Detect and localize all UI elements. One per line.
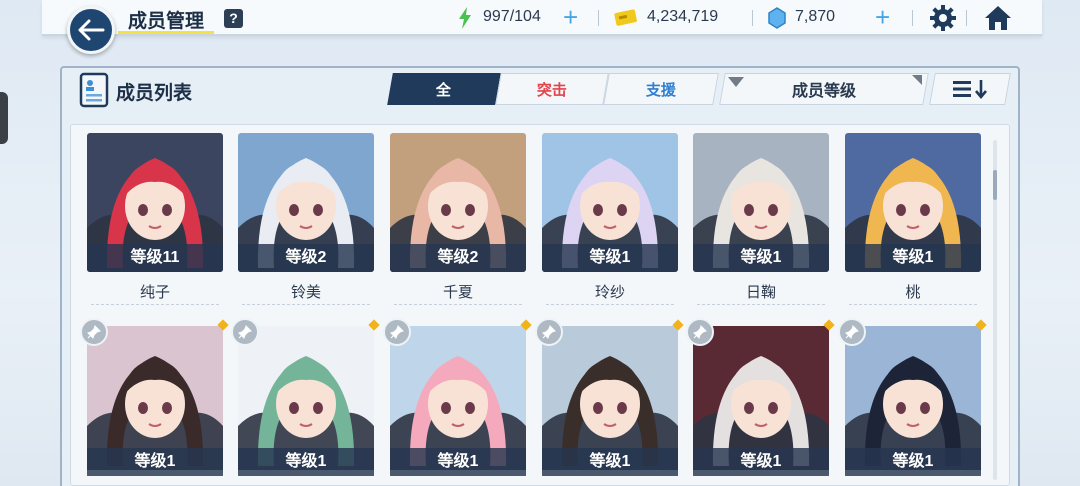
member-card[interactable]: 等级1 bbox=[693, 133, 829, 272]
member-level: 等级1 bbox=[87, 448, 223, 476]
filter-special-tab[interactable]: 支援 bbox=[603, 73, 719, 105]
member-card[interactable]: 等级2 bbox=[238, 133, 374, 272]
member-level: 等级1 bbox=[693, 244, 829, 272]
pin-icon[interactable] bbox=[838, 318, 866, 346]
credit-icon bbox=[614, 9, 637, 26]
energy-value: 997/104 bbox=[483, 8, 541, 25]
member-level: 等级2 bbox=[390, 244, 526, 272]
arrow-left-icon bbox=[78, 19, 105, 41]
member-card[interactable]: 等级11 bbox=[87, 133, 223, 272]
member-card[interactable]: 等级1 bbox=[390, 326, 526, 478]
side-edge-tab bbox=[0, 92, 8, 144]
dropdown-corner-icon bbox=[912, 75, 922, 85]
member-name: 桃 bbox=[905, 284, 921, 301]
member-level: 等级1 bbox=[238, 448, 374, 476]
sort-desc-icon bbox=[953, 80, 987, 100]
member-level: 等级1 bbox=[542, 448, 678, 476]
member-card[interactable]: 等级1 bbox=[845, 133, 981, 272]
pin-icon[interactable] bbox=[80, 318, 108, 346]
pin-icon[interactable] bbox=[686, 318, 714, 346]
name-divider bbox=[91, 304, 219, 305]
member-name: 玲纱 bbox=[594, 284, 625, 301]
scrollbar-thumb[interactable] bbox=[993, 170, 997, 200]
panel-title: 成员列表 bbox=[116, 83, 193, 104]
add-energy-button[interactable]: + bbox=[563, 4, 578, 30]
member-card[interactable]: 等级1 bbox=[693, 326, 829, 478]
sort-label: 成员等级 bbox=[791, 83, 856, 100]
member-card[interactable]: 等级1 bbox=[845, 326, 981, 478]
filter-funnel-icon bbox=[728, 77, 744, 87]
divider bbox=[752, 10, 753, 26]
filter-label: 突击 bbox=[536, 81, 567, 99]
name-divider bbox=[849, 304, 977, 305]
filter-striker-tab[interactable]: 突击 bbox=[495, 73, 609, 105]
name-divider bbox=[242, 304, 370, 305]
filter-all-tab[interactable]: 全 bbox=[387, 73, 501, 105]
member-card[interactable]: 等级1 bbox=[238, 326, 374, 478]
member-level: 等级1 bbox=[542, 244, 678, 272]
sort-dropdown[interactable]: 成员等级 bbox=[719, 73, 929, 105]
credits-value: 4,234,719 bbox=[647, 8, 719, 25]
page-title: 成员管理 bbox=[128, 11, 205, 32]
member-name: 纯子 bbox=[139, 284, 170, 301]
member-name: 日鞠 bbox=[745, 284, 776, 301]
member-level: 等级1 bbox=[845, 244, 981, 272]
sort-order-button[interactable] bbox=[929, 73, 1011, 105]
filter-label: 全 bbox=[436, 81, 452, 99]
member-name: 铃美 bbox=[290, 284, 321, 301]
gem-icon bbox=[768, 7, 786, 29]
divider bbox=[912, 10, 913, 26]
energy-icon bbox=[459, 7, 471, 29]
member-card[interactable]: 等级1 bbox=[542, 133, 678, 272]
help-button[interactable]: ? bbox=[224, 9, 243, 28]
gear-icon[interactable] bbox=[930, 5, 956, 31]
member-name: 千夏 bbox=[442, 284, 473, 301]
member-level: 等级2 bbox=[238, 244, 374, 272]
member-level: 等级1 bbox=[693, 448, 829, 476]
name-divider bbox=[697, 304, 825, 305]
divider bbox=[598, 10, 599, 26]
member-level: 等级11 bbox=[87, 244, 223, 272]
filter-label: 支援 bbox=[645, 81, 676, 99]
pin-icon[interactable] bbox=[231, 318, 259, 346]
name-divider bbox=[394, 304, 522, 305]
add-gems-button[interactable]: + bbox=[875, 4, 890, 30]
gems-value: 7,870 bbox=[795, 8, 836, 25]
title-underline bbox=[118, 31, 214, 34]
member-level: 等级1 bbox=[845, 448, 981, 476]
member-card[interactable]: 等级1 bbox=[87, 326, 223, 478]
member-level: 等级1 bbox=[390, 448, 526, 476]
member-card[interactable]: 等级2 bbox=[390, 133, 526, 272]
name-divider bbox=[546, 304, 674, 305]
pin-icon[interactable] bbox=[383, 318, 411, 346]
divider bbox=[966, 10, 967, 26]
home-icon[interactable] bbox=[984, 5, 1012, 31]
member-list-icon bbox=[79, 72, 109, 108]
pin-icon[interactable] bbox=[535, 318, 563, 346]
member-card[interactable]: 等级1 bbox=[542, 326, 678, 478]
back-button[interactable] bbox=[67, 6, 115, 54]
